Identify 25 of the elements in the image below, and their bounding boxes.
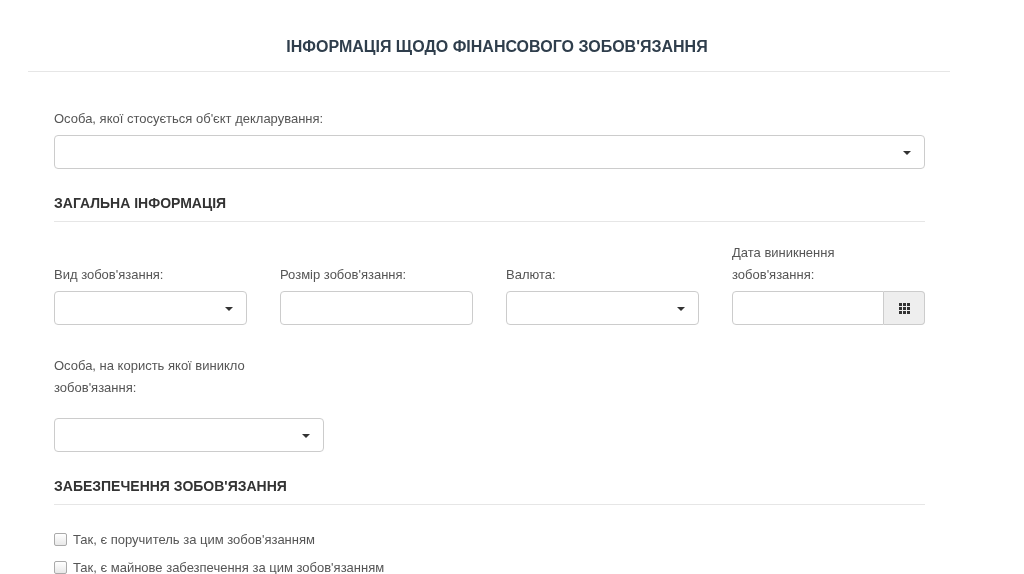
field-label: Розмір зобов'язання:: [280, 266, 408, 284]
dropdown-field[interactable]: [54, 135, 925, 169]
caret-icon: [302, 434, 310, 438]
field-label: Особа, на користь якої виникло зобов'язання:: [54, 357, 246, 397]
date-field[interactable]: [732, 291, 884, 325]
checkbox[interactable]: [54, 560, 67, 574]
dropdown-field[interactable]: [54, 291, 247, 325]
field-label: Валюта:: [506, 266, 557, 284]
field-label: Вид зобов'язання:: [54, 266, 165, 284]
input-field[interactable]: [280, 291, 473, 325]
section-heading: ЗАГАЛЬНА ІНФОРМАЦІЯ: [54, 169, 925, 222]
field-label: Особа, якої стосується об'єкт декларування:: [54, 110, 325, 128]
field-label: Дата виникнення зобов'язання:: [732, 244, 836, 284]
caret-icon: [903, 151, 911, 155]
caret-icon: [225, 307, 233, 311]
dropdown-field[interactable]: [506, 291, 699, 325]
checkbox-label: Так, є майнове забезпечення за цим зобов'язанням: [73, 559, 385, 574]
dropdown-field[interactable]: [54, 418, 324, 452]
checkbox[interactable]: [54, 532, 67, 546]
caret-icon: [677, 307, 685, 311]
page-title: ІНФОРМАЦІЯ ЩОДО ФІНАНСОВОГО ЗОБОВ'ЯЗАННЯ: [285, 37, 709, 57]
calendar-button[interactable]: [884, 291, 925, 325]
checkbox-label: Так, є поручитель за цим зобов'язанням: [73, 531, 315, 547]
section-heading: ЗАБЕЗПЕЧЕННЯ ЗОБОВ'ЯЗАННЯ: [54, 452, 925, 505]
grid-icon: [898, 302, 910, 314]
